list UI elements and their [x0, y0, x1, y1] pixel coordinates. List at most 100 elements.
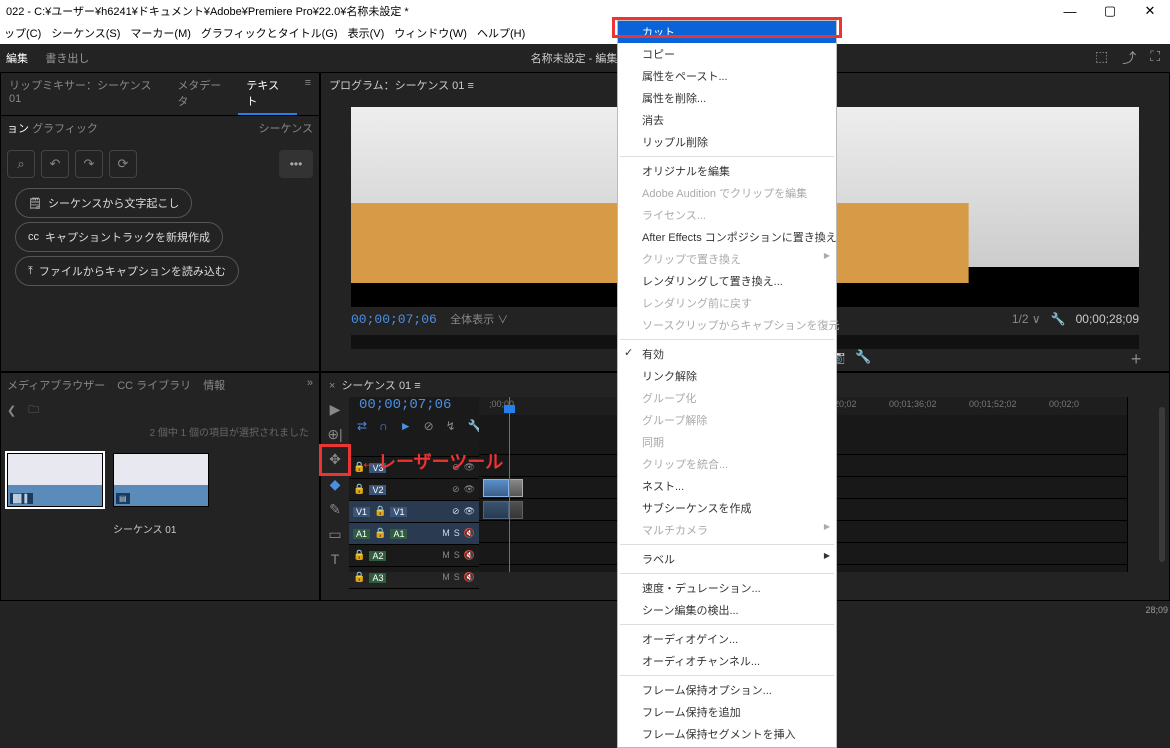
tab-media-browser[interactable]: メディアブラウザー: [7, 377, 105, 393]
ctx-item-12[interactable]: レンダリングして置き換え...: [618, 270, 836, 292]
selection-tool-icon[interactable]: ▶: [330, 401, 341, 418]
share-icon[interactable]: ⤴: [1122, 48, 1136, 68]
menu-help[interactable]: ヘルプ(H): [477, 25, 525, 41]
track-select-tool-icon[interactable]: ⊕|: [327, 426, 342, 443]
context-menu: カットコピー属性をペースト...属性を削除...消去リップル削除オリジナルを編集…: [617, 20, 837, 748]
track-head-a3[interactable]: 🔒A3MS🔇: [349, 567, 479, 589]
type-tool-icon[interactable]: T: [331, 551, 340, 567]
pen-tool-icon[interactable]: ✎: [329, 501, 341, 518]
ctx-item-31[interactable]: オーディオゲイン...: [618, 628, 836, 650]
ctx-item-1[interactable]: コピー: [618, 43, 836, 65]
track-head-v2[interactable]: 🔒V2⊘👁: [349, 479, 479, 501]
app-menubar: ップ(C) シーケンス(S) マーカー(M) グラフィックとタイトル(G) 表示…: [0, 22, 1170, 44]
ctx-item-36[interactable]: フレーム保持セグメントを挿入: [618, 723, 836, 745]
ctx-item-16[interactable]: 有効: [618, 343, 836, 365]
media-thumb-clip[interactable]: █▌▌ 28;09: [7, 453, 103, 536]
subtab-caption[interactable]: ョン: [7, 123, 29, 135]
audio-clip-left[interactable]: [483, 501, 509, 519]
tab-metadata[interactable]: メタデータ: [169, 73, 238, 115]
transcribe-sequence-btn[interactable]: 🗒 シーケンスから文字起こし: [15, 188, 192, 218]
settings-wrench-icon[interactable]: 🔧: [1051, 312, 1066, 326]
selection-hint: 2 個中 1 個の項目が選択されました: [1, 424, 319, 439]
menu-view[interactable]: 表示(V): [348, 25, 385, 41]
rect-tool-icon[interactable]: ▭: [328, 526, 341, 543]
undo-icon[interactable]: ↶: [41, 150, 69, 178]
menu-clip[interactable]: ップ(C): [4, 25, 41, 41]
window-close-btn[interactable]: ✕: [1130, 0, 1170, 22]
ctx-item-10[interactable]: After Effects コンポジションに置き換え: [618, 226, 836, 248]
quick-export-icon[interactable]: ⬚: [1095, 48, 1108, 68]
tool-palette: ▶ ⊕| ✥ ◆ ✎ ▭ T: [321, 397, 349, 572]
fullscreen-icon[interactable]: ⛶: [1150, 48, 1160, 68]
menu-marker[interactable]: マーカー(M): [130, 25, 191, 41]
tl-opt-marker-icon[interactable]: ↯: [446, 419, 456, 433]
ctx-item-17[interactable]: リンク解除: [618, 365, 836, 387]
program-timecode[interactable]: 00;00;07;06: [351, 312, 437, 327]
ctx-item-7[interactable]: オリジナルを編集: [618, 160, 836, 182]
track-head-a1[interactable]: A1🔒A1MS🔇: [349, 523, 479, 545]
nav-back-icon[interactable]: ❮: [7, 404, 16, 417]
ctx-item-2[interactable]: 属性をペースト...: [618, 65, 836, 87]
window-maximize-btn[interactable]: ▢: [1090, 0, 1130, 22]
window-titlebar: 022 - C:¥ユーザー¥h6241¥ドキュメント¥Adobe¥Premier…: [0, 0, 1170, 22]
tab-info[interactable]: 情報: [203, 377, 225, 393]
ctx-item-8: Adobe Audition でクリップを編集: [618, 182, 836, 204]
track-head-a2[interactable]: 🔒A2MS🔇: [349, 545, 479, 567]
ctx-item-26[interactable]: ラベル: [618, 548, 836, 570]
razor-tool-icon[interactable]: ◆: [330, 476, 341, 493]
search-icon[interactable]: ⌕: [7, 150, 35, 178]
audio-clip-right[interactable]: [509, 501, 523, 519]
track-head-v1[interactable]: V1🔒V1⊘👁: [349, 501, 479, 523]
panel-menu-icon[interactable]: ≡: [297, 73, 319, 115]
tl-opt-3[interactable]: ►: [400, 419, 412, 433]
more-icon[interactable]: •••: [279, 150, 313, 178]
ctx-item-5[interactable]: リップル削除: [618, 131, 836, 153]
clip-badge-icon: █▌▌: [10, 493, 33, 504]
more-tabs-icon[interactable]: »: [307, 377, 313, 393]
timeline-playhead[interactable]: [509, 397, 510, 572]
ctx-item-13: レンダリング前に戻す: [618, 292, 836, 314]
tl-opt-snap-icon[interactable]: ∩: [379, 419, 388, 433]
timeline-tab[interactable]: シーケンス 01 ≡: [341, 380, 420, 392]
video-clip-right[interactable]: [509, 479, 523, 497]
menu-sequence[interactable]: シーケンス(S): [51, 25, 120, 41]
ctx-item-35[interactable]: フレーム保持を追加: [618, 701, 836, 723]
zoom-fit-dropdown[interactable]: 全体表示 ∨: [450, 314, 508, 326]
refresh-icon[interactable]: ⟳: [109, 150, 137, 178]
ctx-separator: [620, 544, 834, 545]
tl-opt-4[interactable]: ⊘: [424, 419, 434, 433]
program-duration: 00;00;28;09: [1076, 312, 1139, 326]
ctx-item-22[interactable]: ネスト...: [618, 475, 836, 497]
add-button-icon[interactable]: +: [1131, 349, 1142, 370]
tl-opt-1[interactable]: ⇄: [357, 419, 367, 433]
timeline-timecode[interactable]: 00;00;07;06: [349, 397, 479, 413]
ctx-item-34[interactable]: フレーム保持オプション...: [618, 679, 836, 701]
subtab-graphic[interactable]: グラフィック: [32, 123, 98, 135]
sequence-link[interactable]: シーケンス: [259, 120, 313, 136]
menu-graphics[interactable]: グラフィックとタイトル(G): [201, 25, 338, 41]
media-thumb-sequence[interactable]: ▤ 28;09 シーケンス 01: [113, 453, 209, 536]
ctx-item-23[interactable]: サブシーケンスを作成: [618, 497, 836, 519]
ctx-separator: [620, 573, 834, 574]
ctx-item-28[interactable]: 速度・デュレーション...: [618, 577, 836, 599]
timeline-right-scroll[interactable]: [1127, 397, 1169, 572]
menu-window[interactable]: ウィンドウ(W): [394, 25, 467, 41]
tab-cc-library[interactable]: CC ライブラリ: [117, 377, 191, 393]
workspace-tab-export[interactable]: 書き出し: [45, 53, 89, 65]
redo-icon[interactable]: ↷: [75, 150, 103, 178]
folder-icon[interactable]: 🗀: [28, 401, 39, 420]
ctx-item-3[interactable]: 属性を削除...: [618, 87, 836, 109]
tab-text[interactable]: テキスト: [238, 73, 296, 115]
video-clip-left[interactable]: [483, 479, 509, 497]
ctx-item-9: ライセンス...: [618, 204, 836, 226]
workspace-tab-edit[interactable]: 編集: [6, 53, 28, 65]
ctx-item-29[interactable]: シーン編集の検出...: [618, 599, 836, 621]
tab-clip-mixer[interactable]: リップミキサー：シーケンス 01: [1, 73, 169, 115]
resolution-dropdown[interactable]: 1/2 ∨: [1012, 312, 1041, 326]
ctx-item-32[interactable]: オーディオチャンネル...: [618, 650, 836, 672]
import-caption-file-btn[interactable]: ⤒ ファイルからキャプションを読み込む: [15, 256, 239, 286]
window-minimize-btn[interactable]: —: [1050, 0, 1090, 22]
ctx-item-4[interactable]: 消去: [618, 109, 836, 131]
button-editor-btn[interactable]: 🔧: [855, 349, 871, 365]
new-caption-track-btn[interactable]: cc キャプショントラックを新規作成: [15, 222, 223, 252]
